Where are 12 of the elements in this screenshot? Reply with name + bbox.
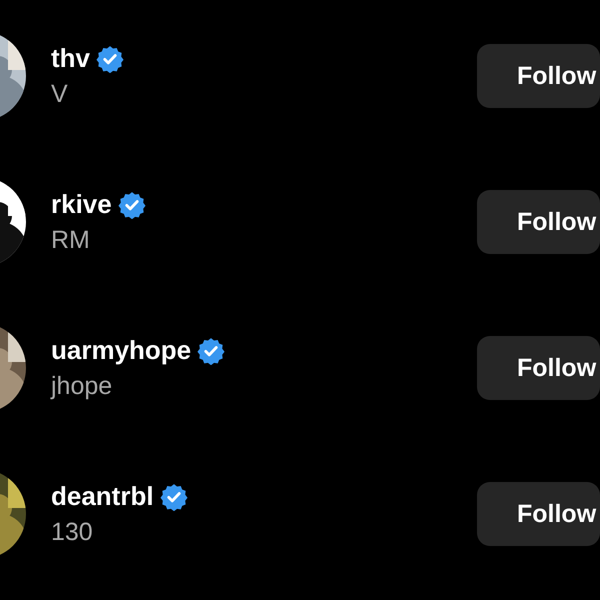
follow-button[interactable]: Follow: [477, 482, 600, 546]
display-name: V: [51, 80, 69, 109]
display-name: jhope: [51, 372, 114, 401]
display-name: 130: [51, 518, 94, 547]
follow-button[interactable]: Follow: [477, 190, 600, 254]
follow-button[interactable]: Follow: [477, 336, 600, 400]
display-name: RM: [51, 226, 91, 255]
username: thv: [51, 43, 90, 74]
username: deantrbl: [51, 481, 154, 512]
follow-button[interactable]: Follow: [477, 44, 600, 108]
username: rkive: [51, 189, 112, 220]
username: uarmyhope: [51, 335, 192, 366]
